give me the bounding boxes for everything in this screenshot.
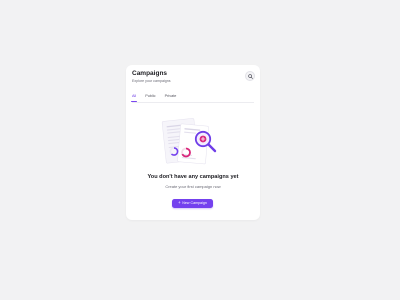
new-campaign-label: New Campaign [182, 201, 207, 205]
page-subtitle: Explore your campaigns [132, 78, 171, 83]
tab-public[interactable]: Public [145, 93, 155, 101]
search-icon [247, 73, 253, 79]
new-campaign-button[interactable]: + New Campaign [172, 198, 213, 208]
tab-private[interactable]: Private [165, 93, 177, 101]
tab-bar: All Public Private [130, 93, 254, 103]
search-button[interactable] [245, 71, 255, 81]
page-title: Campaigns [132, 70, 168, 77]
campaign-document-magnifier-icon [161, 118, 217, 165]
tab-all[interactable]: All [130, 93, 138, 102]
empty-state-title: You don't have any campaigns yet [147, 174, 239, 180]
campaigns-card: Campaigns Explore your campaigns All Pub… [126, 65, 260, 220]
plus-icon: + [178, 199, 181, 205]
empty-state-subtitle: Create your first campaign now [165, 183, 221, 189]
